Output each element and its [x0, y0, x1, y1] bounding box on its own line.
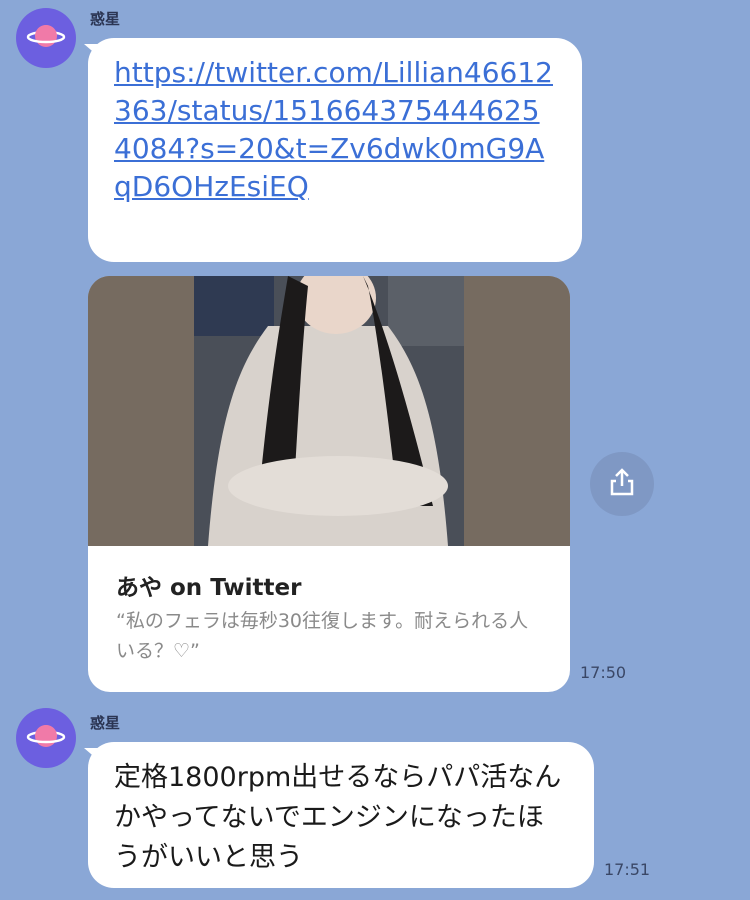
- twitter-link[interactable]: https://twitter.com/Lillian46612363/stat…: [114, 54, 556, 206]
- avatar[interactable]: [16, 8, 76, 68]
- planet-icon: [25, 715, 67, 761]
- planet-icon: [25, 15, 67, 61]
- text-bubble: 定格1800rpm出せるならパパ活なんかやってないでエンジンになったほうがいいと…: [88, 742, 594, 888]
- preview-image: [88, 276, 570, 546]
- sender-name: 惑星: [90, 10, 121, 28]
- message-text: 定格1800rpm出せるならパパ活なんかやってないでエンジンになったほうがいいと…: [114, 762, 562, 873]
- preview-title: あや on Twitter: [116, 575, 302, 601]
- timestamp: 17:51: [604, 860, 651, 879]
- link-preview-card[interactable]: あや on Twitter “私のフェラは毎秒30往復します。耐えられる人いる？…: [88, 276, 570, 692]
- share-icon: [607, 467, 637, 501]
- avatar[interactable]: [16, 708, 76, 768]
- preview-description: “私のフェラは毎秒30往復します。耐えられる人いる？♡”: [116, 610, 529, 662]
- sender-name: 惑星: [90, 714, 121, 732]
- link-bubble: https://twitter.com/Lillian46612363/stat…: [88, 38, 582, 262]
- timestamp: 17:50: [580, 663, 627, 682]
- share-button[interactable]: [590, 452, 654, 516]
